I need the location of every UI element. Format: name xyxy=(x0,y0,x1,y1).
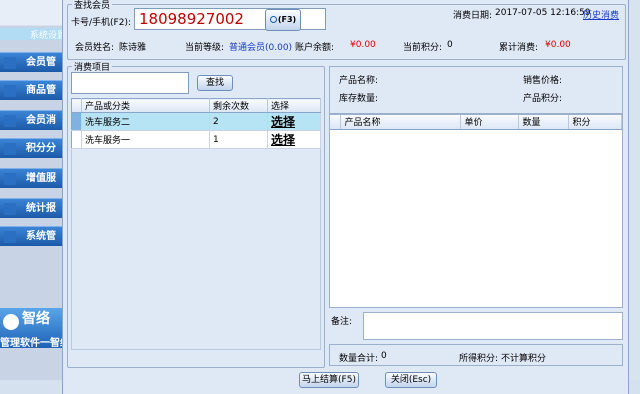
product-table: 产品名称 单价 数量 积分 xyxy=(330,115,622,130)
card-label: 卡号/手机(F2): xyxy=(71,18,131,28)
product-name-label: 产品名称: xyxy=(339,76,379,86)
points-label: 当前积分: xyxy=(403,43,443,53)
col-header-price: 单价 xyxy=(460,115,519,130)
history-link[interactable]: 历史消费 xyxy=(583,8,619,21)
bg-logo-text: 智络 xyxy=(22,311,50,327)
consume-dialog: 查找会员 卡号/手机(F2): (F3) 消费日期: 2017-07-05 12… xyxy=(62,0,629,394)
points-value: 0 xyxy=(447,40,453,50)
table-row[interactable]: 洗车服务二 2 选择 xyxy=(71,112,321,131)
balance-label: 账户余额: xyxy=(295,43,335,53)
total-label: 累计消费: xyxy=(499,43,539,53)
col-header-name: 产品名称 xyxy=(340,115,461,130)
product-points-label: 产品积分: xyxy=(523,94,563,104)
choose-link[interactable]: 选择 xyxy=(271,133,295,147)
logo-icon xyxy=(3,314,19,330)
col-header-product: 产品或分类 xyxy=(81,98,210,113)
bg-window-title: 系统设置 xyxy=(0,28,65,40)
earned-value: 不计算积分 xyxy=(501,354,547,364)
product-table-header: 产品名称 单价 数量 积分 xyxy=(330,115,622,130)
service-table: 产品或分类 剩余次数 选择 洗车服务二 2 选择 洗车服务一 1 选择 xyxy=(71,98,321,149)
magnifier-icon xyxy=(269,16,277,23)
close-button[interactable]: 关闭(Esc) xyxy=(385,372,437,388)
remark-input[interactable] xyxy=(363,312,623,340)
remark-label: 备注: xyxy=(331,317,353,327)
total-value: ¥0.00 xyxy=(545,40,571,50)
bg-slogan: 管理软件一智络 xyxy=(0,338,64,349)
nav-system[interactable]: 系统管 xyxy=(0,226,64,246)
nav-member-mgmt[interactable]: 会员管 xyxy=(0,52,64,72)
balance-value: ¥0.00 xyxy=(350,40,376,50)
nav-statistics[interactable]: 统计报 xyxy=(0,198,64,218)
table-row[interactable]: 洗车服务一 1 选择 xyxy=(71,130,321,149)
service-table-header: 产品或分类 剩余次数 选择 xyxy=(71,98,321,113)
name-value: 陈诗雅 xyxy=(119,43,147,53)
filter-input[interactable] xyxy=(71,72,189,94)
stock-label: 库存数量: xyxy=(339,94,379,104)
choose-link[interactable]: 选择 xyxy=(271,115,295,129)
qty-total-label: 数量合计: xyxy=(339,354,379,364)
search-member-button[interactable]: (F3) xyxy=(265,9,301,31)
level-value: 普通会员(0.00) xyxy=(229,43,293,53)
nav-points[interactable]: 积分分 xyxy=(0,138,64,158)
qty-total-value: 0 xyxy=(381,351,387,361)
row-marker xyxy=(71,112,82,131)
find-button[interactable]: 查找 xyxy=(197,75,233,91)
name-label: 会员姓名: xyxy=(75,43,115,53)
marker-header xyxy=(71,98,82,113)
row-product-name: 洗车服务一 xyxy=(81,130,210,149)
nav-value-added[interactable]: 增值服 xyxy=(0,168,64,188)
date-label: 消费日期: xyxy=(453,11,493,21)
settle-button[interactable]: 马上结算(F5) xyxy=(299,372,359,388)
product-list-area xyxy=(329,114,623,308)
nav-member-consume[interactable]: 会员消 xyxy=(0,110,64,130)
col-header-qty: 数量 xyxy=(518,115,569,130)
bg-right-strip xyxy=(628,0,640,394)
row-marker xyxy=(71,130,82,149)
date-value: 2017-07-05 12:16:59 xyxy=(495,8,591,18)
member-group-legend: 查找会员 xyxy=(74,1,111,11)
row-remaining: 2 xyxy=(209,112,268,131)
row-product-name: 洗车服务二 xyxy=(81,112,210,131)
level-label: 当前等级: xyxy=(185,43,225,53)
price-label: 销售价格: xyxy=(523,76,563,86)
search-member-label: (F3) xyxy=(277,15,297,24)
nav-product-mgmt[interactable]: 商品管 xyxy=(0,80,64,100)
marker-header xyxy=(330,115,341,130)
col-header-remaining: 剩余次数 xyxy=(209,98,268,113)
earned-label: 所得积分: xyxy=(459,354,499,364)
col-header-choose: 选择 xyxy=(267,98,321,113)
row-remaining: 1 xyxy=(209,130,268,149)
col-header-points: 积分 xyxy=(568,115,622,130)
